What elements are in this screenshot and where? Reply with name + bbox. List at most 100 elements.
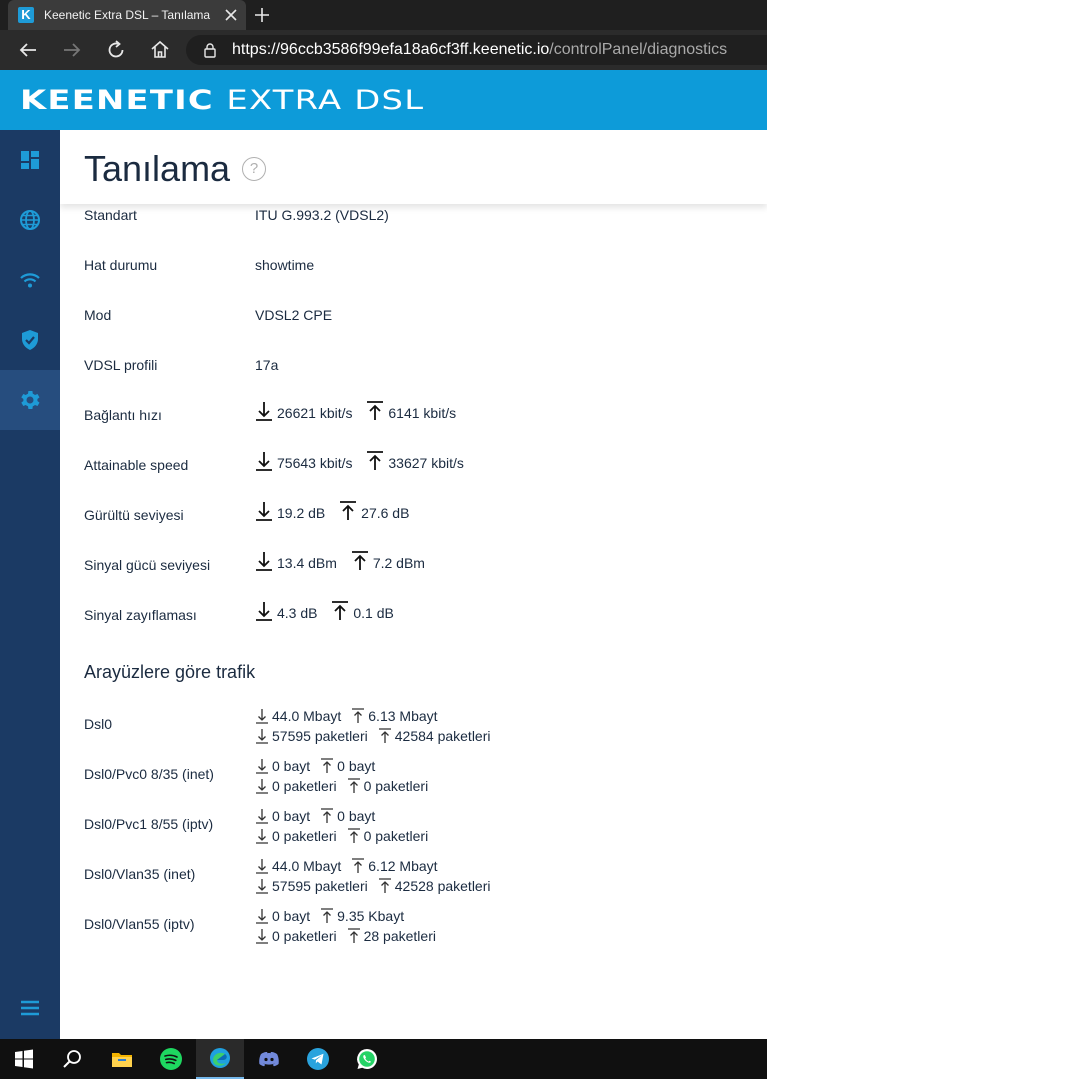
forward-arrow-icon[interactable] <box>60 38 84 62</box>
sidebar-menu-toggle[interactable] <box>0 978 60 1038</box>
page-header: Tanılama ? <box>60 130 767 204</box>
row-value: 13.4 dBm 7.2 dBm <box>255 551 435 574</box>
sidebar-item-wifi[interactable] <box>0 250 60 310</box>
row-label: Sinyal zayıflaması <box>84 607 197 623</box>
upload-arrow-icon <box>351 551 368 570</box>
downstream-text: 75643 kbit/s <box>277 455 353 471</box>
traffic-values: 0 bayt 9.35 Kbayt 0 paketleri 28 paketle… <box>255 904 446 944</box>
upload-arrow-icon <box>321 908 334 923</box>
taskbar-edge[interactable] <box>196 1039 244 1079</box>
traffic-row-dsl0-pvc0: Dsl0/Pvc0 8/35 (inet) 0 bayt 0 bayt 0 pa… <box>84 754 744 798</box>
download-arrow-icon <box>256 552 272 571</box>
traffic-row-dsl0: Dsl0 44.0 Mbayt 6.13 Mbayt 57595 paketle… <box>84 704 744 748</box>
traffic-row-dsl0-vlan35: Dsl0/Vlan35 (inet) 44.0 Mbayt 6.12 Mbayt… <box>84 854 744 898</box>
rx-bytes-text: 0 bayt <box>272 758 311 774</box>
whatsapp-icon <box>357 1049 377 1070</box>
downstream-value: 26621 kbit/s <box>255 401 353 421</box>
row-label: VDSL profili <box>84 357 158 373</box>
url-scheme: https:// <box>232 41 281 58</box>
menu-icon <box>21 1000 39 1016</box>
tx-bytes-text: 9.35 Kbayt <box>337 908 405 924</box>
rx-bytes-text: 0 bayt <box>272 808 311 824</box>
dsl-row-noise-margin: Gürültü seviyesi 19.2 dB 27.6 dB <box>84 501 744 537</box>
dsl-row-vdsl-profile: VDSL profili 17a <box>84 357 744 387</box>
bytes-line: 0 bayt 0 bayt <box>255 754 438 774</box>
close-icon[interactable] <box>222 6 240 24</box>
bytes-line: 0 bayt 0 bayt <box>255 804 438 824</box>
tx-bytes: 0 bayt <box>320 758 375 774</box>
download-arrow-icon <box>256 452 272 471</box>
upstream-value: 0.1 dB <box>331 601 394 621</box>
download-arrow-icon <box>256 709 268 724</box>
download-arrow-icon <box>256 402 272 421</box>
upstream-text: 33627 kbit/s <box>388 455 464 471</box>
tab-title: Keenetic Extra DSL – Tanılama <box>44 8 211 22</box>
interface-label: Dsl0/Vlan55 (iptv) <box>84 916 195 932</box>
lock-icon[interactable] <box>202 42 218 58</box>
sidebar-item-internet[interactable] <box>0 190 60 250</box>
taskbar-search[interactable] <box>48 1039 96 1079</box>
row-value: VDSL2 CPE <box>255 307 333 323</box>
new-tab-plus-icon[interactable] <box>252 5 272 25</box>
sidebar <box>0 130 60 1039</box>
traffic-values: 44.0 Mbayt 6.12 Mbayt 57595 paketleri 42… <box>255 854 501 894</box>
download-arrow-icon <box>256 502 272 521</box>
rx-packets: 57595 paketleri <box>255 878 368 894</box>
rx-bytes-text: 0 bayt <box>272 908 311 924</box>
sidebar-item-security[interactable] <box>0 310 60 370</box>
dsl-row-signal-power: Sinyal gücü seviyesi 13.4 dBm 7.2 dBm <box>84 551 744 587</box>
help-icon[interactable]: ? <box>242 157 266 181</box>
tx-packets: 42528 paketleri <box>378 878 491 894</box>
taskbar-file-explorer[interactable] <box>98 1039 146 1079</box>
bytes-line: 0 bayt 9.35 Kbayt <box>255 904 446 924</box>
rx-bytes: 0 bayt <box>255 808 310 824</box>
downstream-value: 19.2 dB <box>255 501 325 521</box>
taskbar-whatsapp[interactable] <box>343 1039 391 1079</box>
refresh-icon[interactable] <box>104 38 128 62</box>
taskbar-spotify[interactable] <box>147 1039 195 1079</box>
upload-arrow-icon <box>378 878 391 893</box>
row-value: ITU G.993.2 (VDSL2) <box>255 207 389 223</box>
download-arrow-icon <box>256 829 268 844</box>
upstream-text: 7.2 dBm <box>372 555 425 571</box>
browser-tab[interactable]: K Keenetic Extra DSL – Tanılama <box>8 0 246 30</box>
keenetic-logo[interactable]: KEENETIC EXTRA DSL <box>20 87 424 114</box>
edge-icon <box>210 1048 230 1068</box>
upstream-text: 0.1 dB <box>353 605 394 621</box>
taskbar-discord[interactable] <box>245 1039 293 1079</box>
upload-arrow-icon <box>367 451 384 470</box>
tx-packets-text: 42584 paketleri <box>394 728 491 744</box>
sidebar-item-management[interactable] <box>0 370 60 430</box>
taskbar-start[interactable] <box>0 1039 48 1079</box>
taskbar-telegram[interactable] <box>294 1039 342 1079</box>
home-icon[interactable] <box>148 38 172 62</box>
sidebar-item-dashboard[interactable] <box>0 130 60 190</box>
row-label: Sinyal gücü seviyesi <box>84 557 211 573</box>
tx-packets: 0 paketleri <box>347 828 428 844</box>
rx-packets-text: 57595 paketleri <box>272 878 368 894</box>
row-label: Gürültü seviyesi <box>84 507 184 523</box>
spotify-icon <box>160 1048 182 1070</box>
back-arrow-icon[interactable] <box>16 38 40 62</box>
dsl-row-mode: Mod VDSL2 CPE <box>84 307 744 337</box>
interface-label: Dsl0/Vlan35 (inet) <box>84 866 196 882</box>
screen: K Keenetic Extra DSL – Tanılama https://… <box>0 0 767 1079</box>
row-value: 26621 kbit/s 6141 kbit/s <box>255 401 466 424</box>
page-title: Tanılama <box>84 148 231 189</box>
upstream-value: 33627 kbit/s <box>366 451 464 471</box>
upstream-text: 27.6 dB <box>361 505 410 521</box>
packets-line: 57595 paketleri 42528 paketleri <box>255 874 501 894</box>
download-arrow-icon <box>256 759 268 774</box>
address-bar[interactable]: https://96ccb3586f99efa18a6cf3ff.keeneti… <box>186 35 767 65</box>
upload-arrow-icon <box>352 708 365 723</box>
downstream-text: 26621 kbit/s <box>277 405 353 421</box>
row-value: showtime <box>255 257 315 273</box>
wifi-icon <box>20 273 40 288</box>
rx-packets: 57595 paketleri <box>255 728 368 744</box>
tx-bytes: 0 bayt <box>320 808 375 824</box>
packets-line: 0 paketleri 0 paketleri <box>255 774 438 794</box>
telegram-icon <box>307 1048 329 1070</box>
bytes-line: 44.0 Mbayt 6.13 Mbayt <box>255 704 501 724</box>
keenetic-favicon-icon: K <box>18 7 34 23</box>
traffic-values: 44.0 Mbayt 6.13 Mbayt 57595 paketleri 42… <box>255 704 501 744</box>
